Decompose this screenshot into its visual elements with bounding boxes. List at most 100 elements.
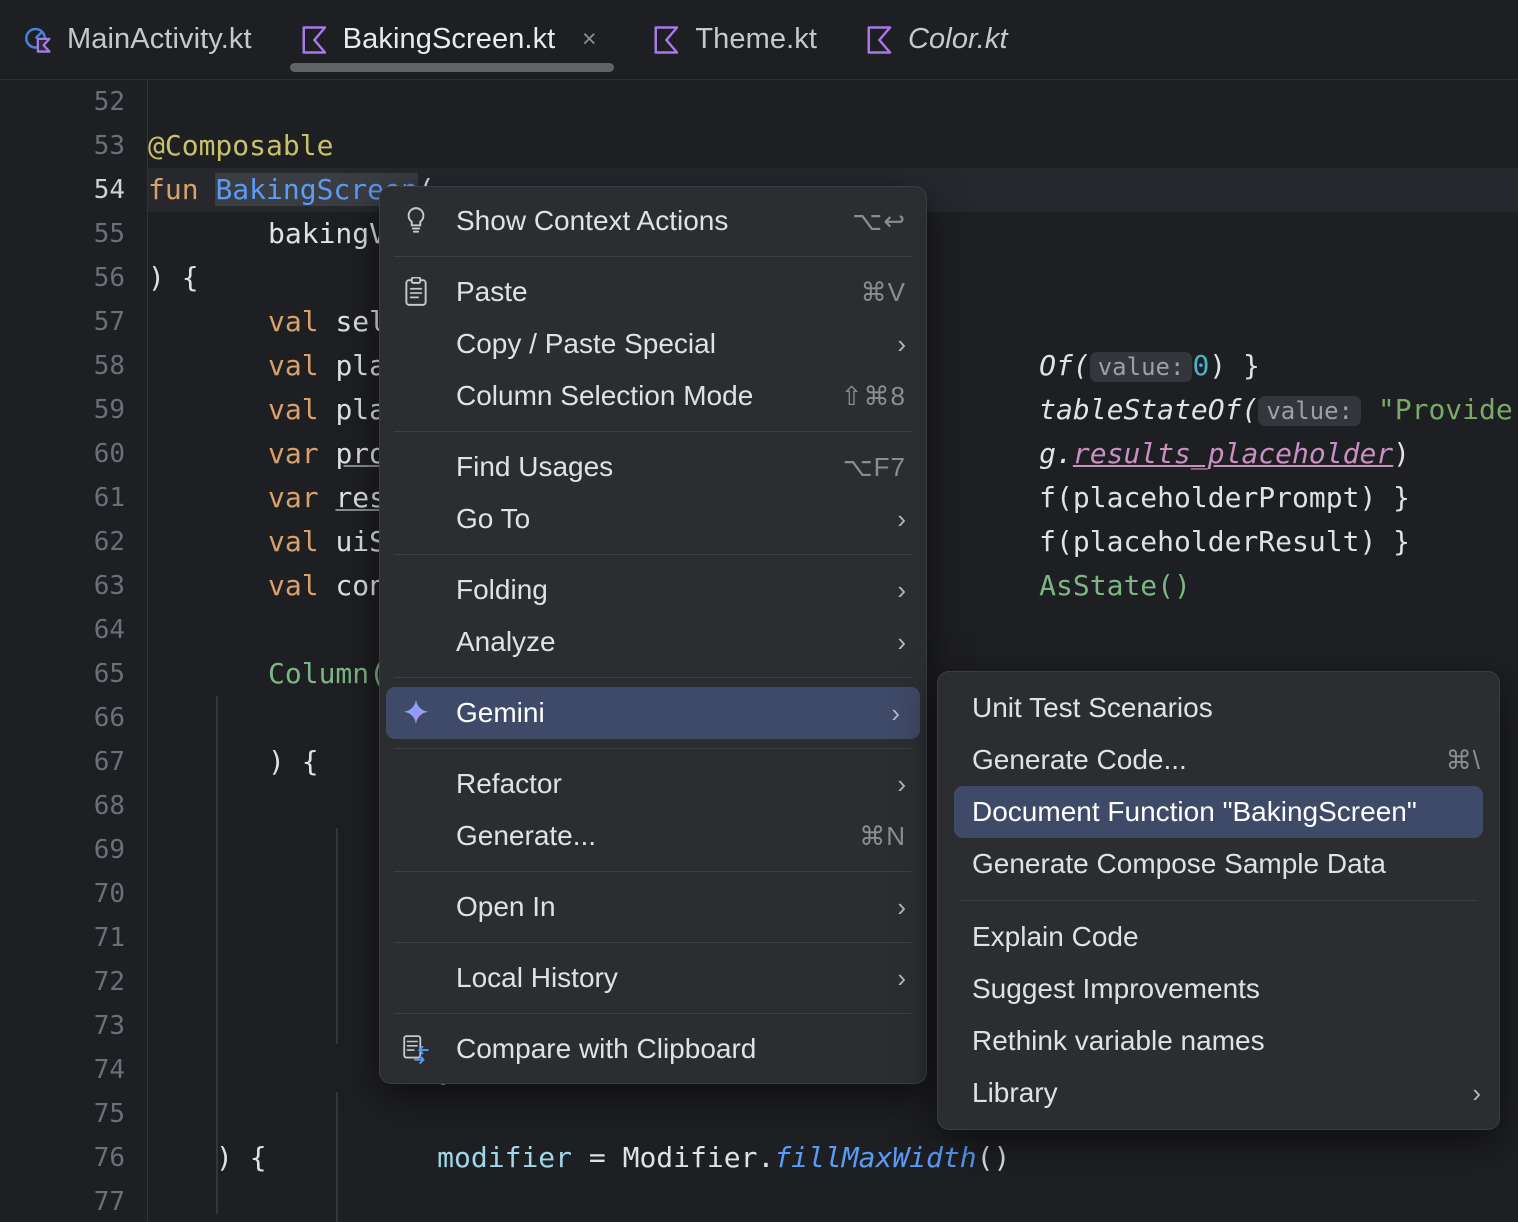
line-number[interactable]: 63 — [15, 564, 125, 608]
line-number[interactable]: 58 — [15, 344, 125, 388]
line-number[interactable]: 53 — [15, 124, 125, 168]
line-number[interactable]: 77 — [15, 1180, 125, 1222]
code-line-56: ) { — [148, 256, 199, 300]
compare-clipboard-icon — [398, 1034, 434, 1064]
code-token: modifier — [437, 1141, 573, 1174]
menu-item-label: Copy / Paste Special — [456, 328, 716, 359]
line-number[interactable]: 68 — [15, 784, 125, 828]
menu-item-refactor[interactable]: Refactor › — [380, 758, 926, 810]
menu-item-shortcut: ⌘N — [859, 820, 906, 851]
line-number[interactable]: 75 — [15, 1092, 125, 1136]
line-number[interactable]: 67 — [15, 740, 125, 784]
close-icon[interactable]: × — [574, 25, 604, 55]
editor-tab-label: MainActivity.kt — [67, 23, 252, 55]
menu-separator — [394, 677, 912, 678]
menu-item-generate[interactable]: Generate... ⌘N — [380, 810, 926, 862]
active-tab-indicator — [289, 62, 615, 72]
line-number[interactable]: 72 — [15, 960, 125, 1004]
gemini-menu-item-label: Unit Test Scenarios — [972, 692, 1213, 723]
menu-item-label: Open In — [456, 891, 556, 922]
menu-item-show-context-actions[interactable]: Show Context Actions ⌥↩ — [380, 195, 926, 247]
chevron-right-icon: › — [891, 697, 900, 728]
gemini-menu-item-suggest-improvements[interactable]: Suggest Improvements — [938, 963, 1499, 1015]
chevron-right-icon: › — [897, 574, 906, 605]
gemini-menu-item-label: Explain Code — [972, 921, 1139, 952]
kotlin-file-icon — [654, 25, 679, 54]
menu-separator — [394, 431, 912, 432]
chevron-right-icon: › — [897, 891, 906, 922]
editor-tab-mainactivity[interactable]: MainActivity.kt — [0, 0, 276, 80]
line-number[interactable]: 55 — [15, 212, 125, 256]
gemini-menu-item-explain-code[interactable]: Explain Code — [938, 911, 1499, 963]
code-token: Column( — [268, 657, 387, 690]
line-number[interactable]: 74 — [15, 1048, 125, 1092]
gemini-menu-item-library[interactable]: Library › — [938, 1067, 1499, 1119]
menu-item-label: Analyze — [456, 626, 556, 657]
gemini-menu-item-shortcut: ⌘\ — [1445, 744, 1481, 775]
code-line-76: ) { — [216, 1141, 267, 1174]
chevron-right-icon: › — [897, 503, 906, 534]
line-number[interactable]: 59 — [15, 388, 125, 432]
gemini-menu-item-generate-compose-sample-data[interactable]: Generate Compose Sample Data — [938, 838, 1499, 890]
line-number-gutter[interactable]: 52 53 54 55 56 57 58 59 60 61 62 63 64 65 66 67 68 69 70 71… — [0, 80, 148, 1222]
line-number[interactable]: 52 — [15, 80, 125, 124]
line-number[interactable]: 65 — [15, 652, 125, 696]
line-number[interactable]: 61 — [15, 476, 125, 520]
code-token: AsState() — [1039, 569, 1191, 602]
menu-item-go-to[interactable]: Go To › — [380, 493, 926, 545]
code-token: var — [268, 437, 319, 470]
clipboard-icon — [398, 277, 434, 307]
lightbulb-icon — [407, 207, 425, 233]
compare-clipboard-icon — [403, 1035, 429, 1064]
menu-item-label: Show Context Actions — [456, 205, 729, 236]
chevron-right-icon: › — [897, 328, 906, 359]
code-fragment-line62: AsState() — [938, 520, 1191, 602]
editor-context-menu[interactable]: Show Context Actions ⌥↩ Paste ⌘V Copy / Past… — [379, 186, 927, 1084]
menu-item-analyze[interactable]: Analyze › — [380, 616, 926, 668]
menu-item-label: Find Usages — [456, 451, 614, 482]
menu-item-column-selection-mode[interactable]: Column Selection Mode ⇧⌘8 — [380, 370, 926, 422]
line-number[interactable]: 69 — [15, 828, 125, 872]
menu-item-gemini[interactable]: Gemini › — [386, 687, 920, 739]
line-number[interactable]: 54 — [15, 168, 125, 212]
gemini-menu-item-unit-test-scenarios[interactable]: Unit Test Scenarios — [938, 682, 1499, 734]
menu-item-compare-with-clipboard[interactable]: Compare with Clipboard — [380, 1023, 926, 1075]
editor-tab-bakingscreen[interactable]: BakingScreen.kt × — [276, 0, 629, 80]
editor-tab-label: Color.kt — [908, 23, 1008, 55]
editor-tab-color[interactable]: Color.kt — [841, 0, 1032, 80]
menu-item-paste[interactable]: Paste ⌘V — [380, 266, 926, 318]
menu-item-open-in[interactable]: Open In › — [380, 881, 926, 933]
code-token: ) { — [148, 261, 199, 294]
line-number[interactable]: 66 — [15, 696, 125, 740]
gemini-menu-item-rethink-variable-names[interactable]: Rethink variable names — [938, 1015, 1499, 1067]
code-line-53: @Composable — [148, 124, 333, 168]
line-number[interactable]: 62 — [15, 520, 125, 564]
line-number[interactable]: 64 — [15, 608, 125, 652]
gemini-menu-item-document-function-bakingscreen[interactable]: Document Function "BakingScreen" — [954, 786, 1483, 838]
menu-item-find-usages[interactable]: Find Usages ⌥F7 — [380, 441, 926, 493]
line-number[interactable]: 70 — [15, 872, 125, 916]
gemini-menu-item-generate-code[interactable]: Generate Code... ⌘\ — [938, 734, 1499, 786]
line-number[interactable]: 57 — [15, 300, 125, 344]
menu-item-copy-paste-special[interactable]: Copy / Paste Special › — [380, 318, 926, 370]
line-number[interactable]: 76 — [15, 1136, 125, 1180]
line-number[interactable]: 71 — [15, 916, 125, 960]
code-fragment-line57: Of(value: 0) } — [938, 300, 1260, 382]
gemini-menu-item-label: Generate Compose Sample Data — [972, 848, 1386, 879]
gemini-sparkle-icon — [398, 698, 434, 728]
gemini-submenu[interactable]: Unit Test Scenarios Generate Code... ⌘\ Doc… — [937, 671, 1500, 1130]
kotlin-file-icon — [302, 25, 326, 54]
menu-item-label: Column Selection Mode — [456, 380, 754, 411]
editor-tab-theme[interactable]: Theme.kt — [628, 0, 841, 80]
menu-item-folding[interactable]: Folding › — [380, 564, 926, 616]
code-token: val — [268, 349, 319, 382]
code-token: Modifier. — [622, 1141, 775, 1174]
code-token: fillMaxWidth — [774, 1141, 977, 1174]
menu-item-label: Local History — [456, 962, 618, 993]
line-number[interactable]: 60 — [15, 432, 125, 476]
line-number[interactable]: 73 — [15, 1004, 125, 1048]
line-number[interactable]: 56 — [15, 256, 125, 300]
chevron-right-icon: › — [1472, 1077, 1481, 1108]
menu-item-local-history[interactable]: Local History › — [380, 952, 926, 1004]
menu-item-label: Folding — [456, 574, 548, 605]
